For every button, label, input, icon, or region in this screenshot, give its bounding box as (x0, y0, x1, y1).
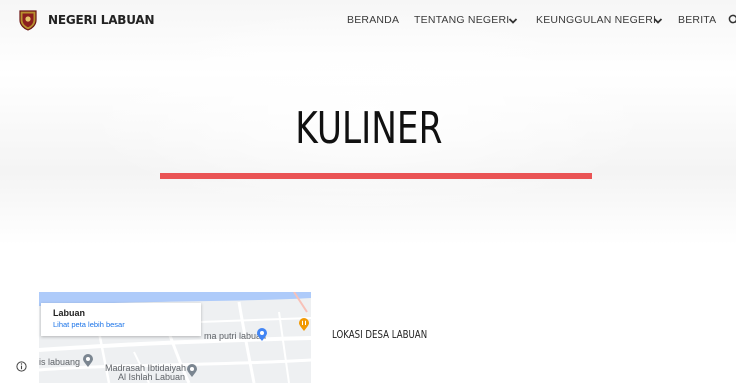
search-icon[interactable] (728, 14, 736, 26)
map-pin-icon[interactable] (186, 364, 198, 378)
title-underline (160, 173, 592, 179)
map-place-label[interactable]: Al Ishlah Labuan (118, 372, 185, 382)
map-place-label[interactable]: is labuang (39, 357, 80, 367)
map-pin-icon[interactable] (82, 354, 94, 368)
nav-item-tentang-negeri[interactable]: TENTANG NEGERI (414, 14, 509, 26)
map-pin-icon[interactable] (256, 328, 268, 342)
site-header: NEGERI LABUAN BERANDA TENTANG NEGERI KEU… (0, 0, 736, 44)
nav-item-berita[interactable]: BERITA (678, 14, 716, 26)
restaurant-pin-icon[interactable] (298, 318, 310, 332)
nav-item-beranda[interactable]: BERANDA (347, 14, 399, 26)
info-icon[interactable] (16, 361, 27, 372)
page: NEGERI LABUAN BERANDA TENTANG NEGERI KEU… (0, 0, 736, 383)
nav-item-keunggulan-negeri[interactable]: KEUNGGULAN NEGERI (536, 14, 656, 26)
map-larger-link[interactable]: Lihat peta lebih besar (53, 320, 125, 329)
shield-crest-icon[interactable] (18, 9, 38, 31)
location-heading: LOKASI DESA LABUAN (332, 329, 428, 341)
page-title: KULINER (295, 103, 443, 154)
chevron-down-icon[interactable] (508, 17, 518, 25)
site-brand[interactable]: NEGERI LABUAN (48, 13, 155, 27)
chevron-down-icon[interactable] (653, 17, 663, 25)
map-card-title: Labuan (53, 308, 86, 318)
